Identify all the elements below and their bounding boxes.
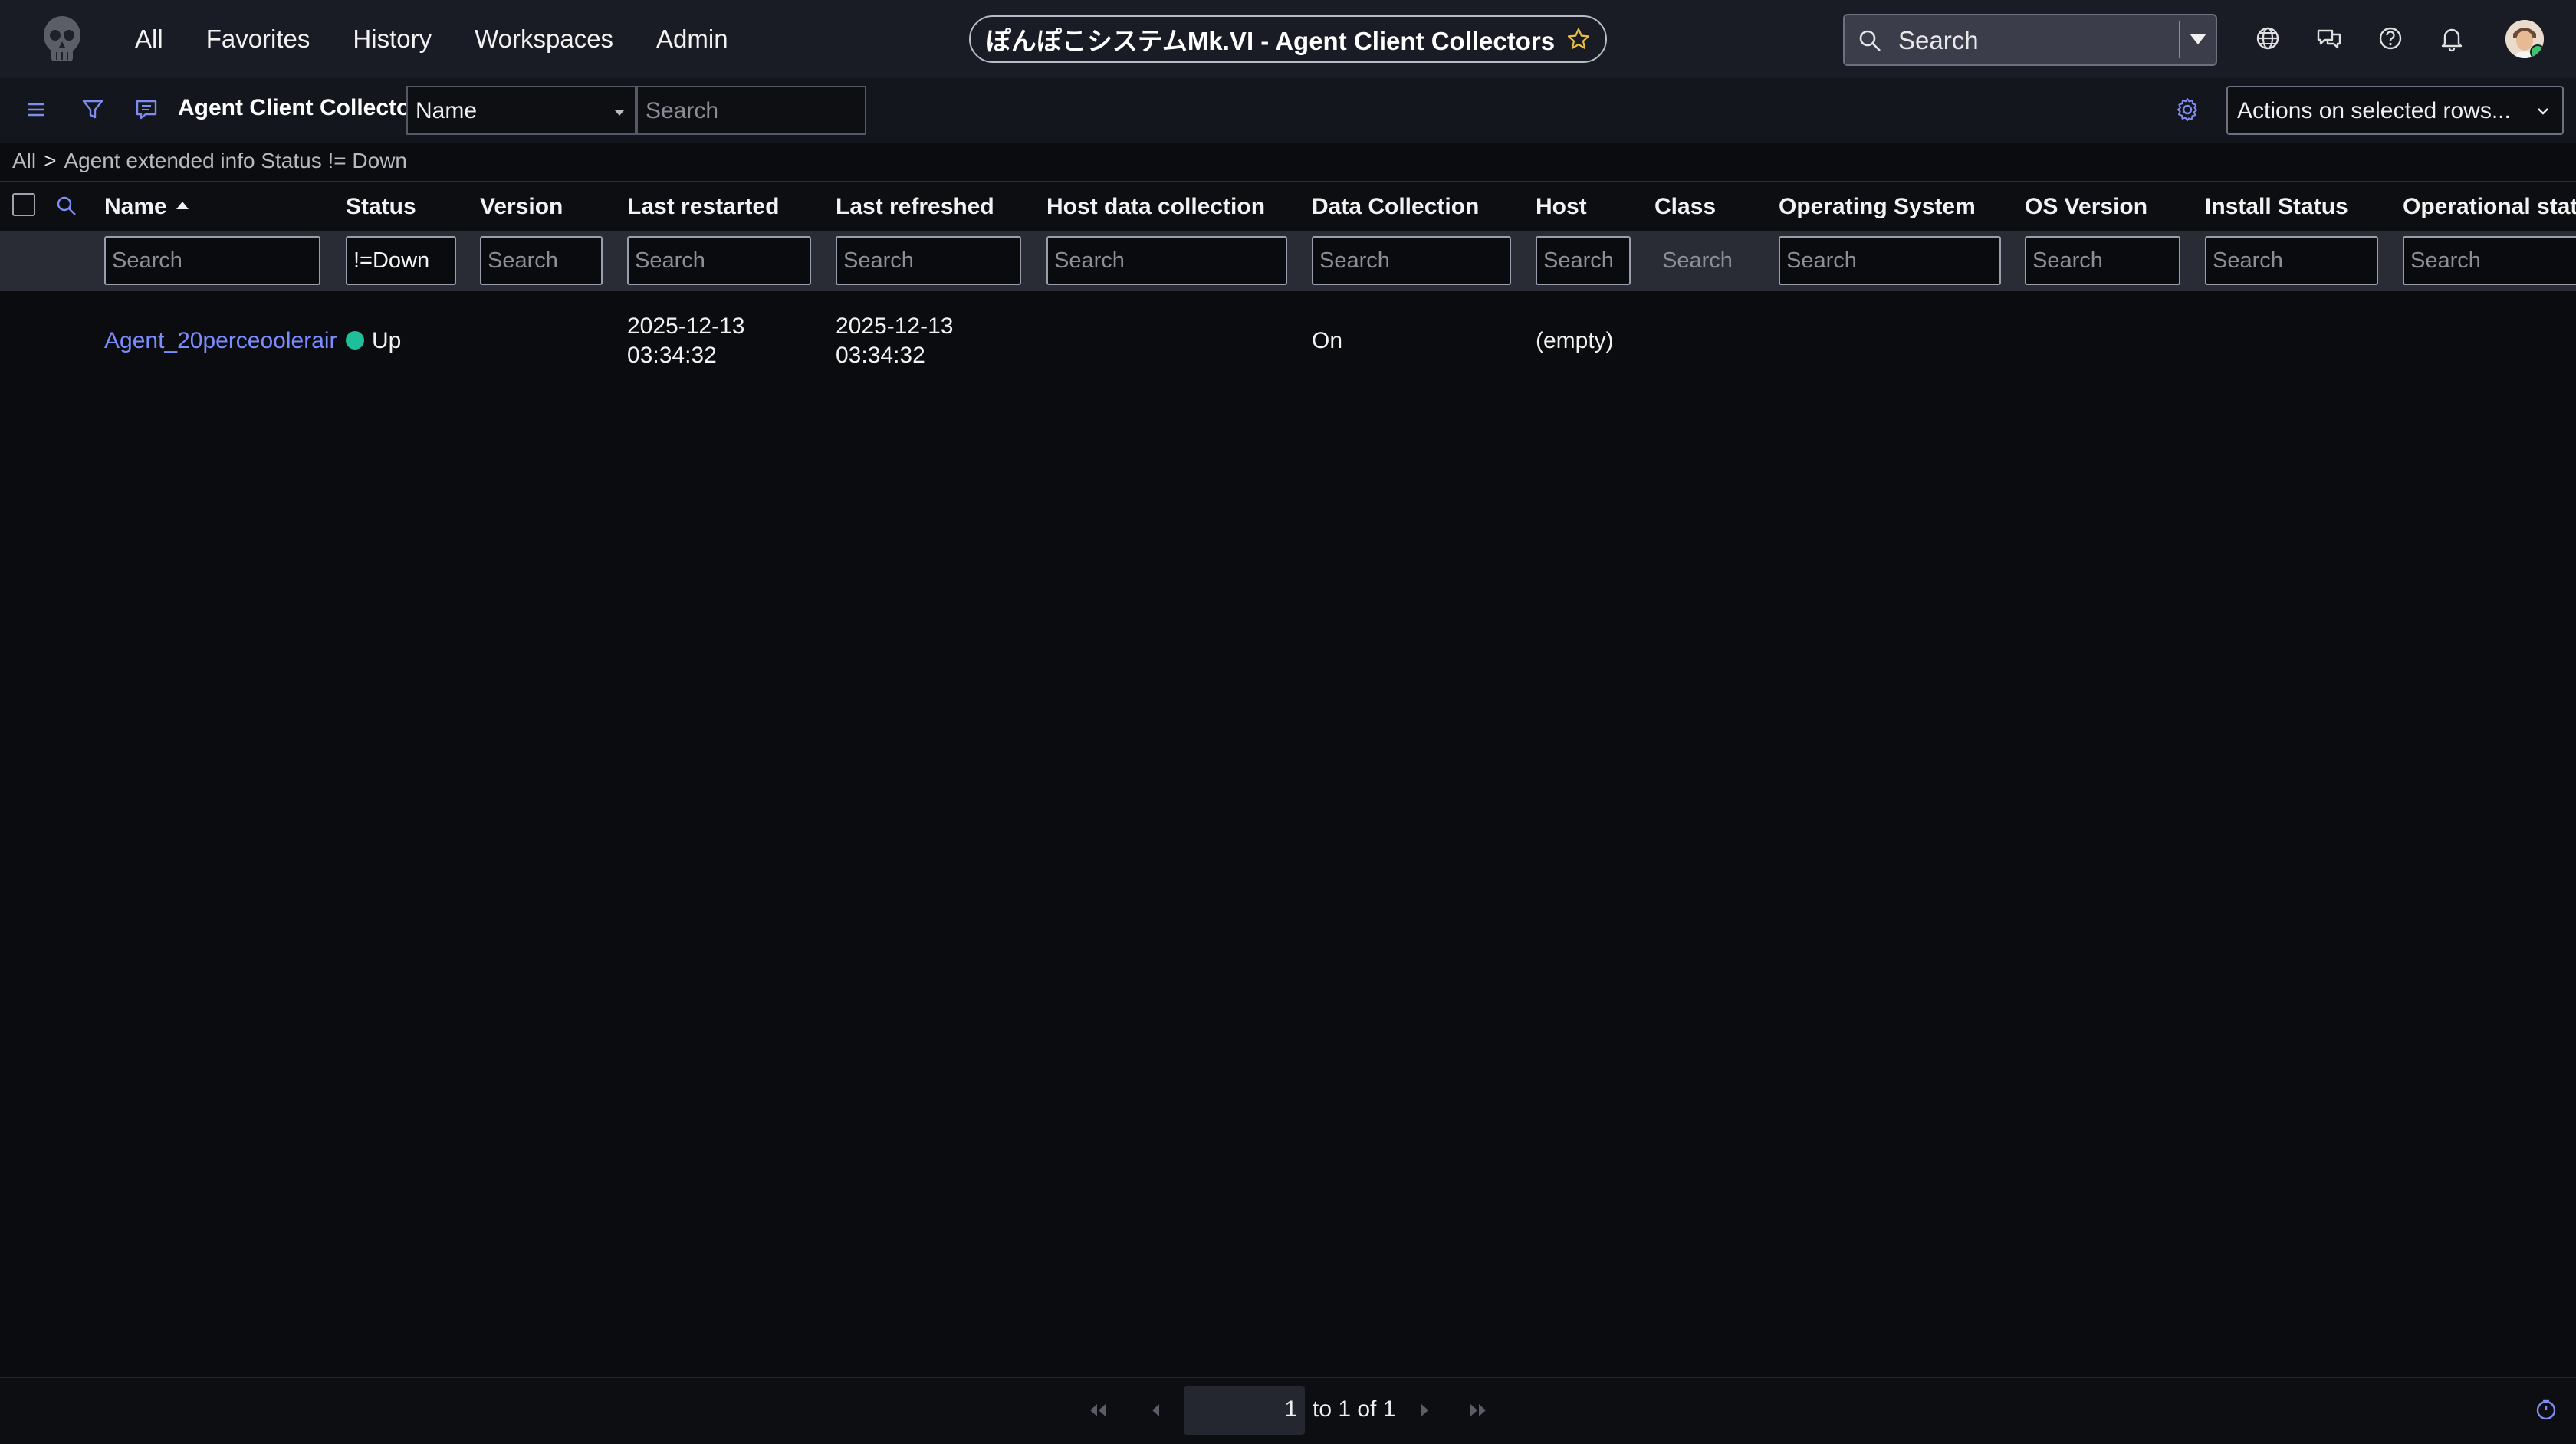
filter-input-install-status[interactable]: Search: [2205, 236, 2378, 285]
list-search-input[interactable]: Search: [636, 86, 866, 135]
breadcrumb: All > Agent extended info Status != Down: [12, 149, 407, 173]
row-status: Up: [346, 327, 401, 356]
filter-input-status[interactable]: !=Down: [346, 236, 456, 285]
filter-input-host[interactable]: Search: [1536, 236, 1631, 285]
column-header-class[interactable]: Class: [1654, 194, 1716, 220]
bell-icon[interactable]: [2438, 25, 2466, 52]
filter-input-os-version[interactable]: Search: [2025, 236, 2180, 285]
row-host: (empty): [1536, 328, 1614, 353]
status-up-dot: [346, 331, 364, 350]
skull-logo-icon[interactable]: [37, 12, 87, 66]
star-favorite-icon[interactable]: [1567, 28, 1590, 51]
column-header-os-version[interactable]: OS Version: [2025, 194, 2147, 220]
next-page-icon[interactable]: [1414, 1401, 1435, 1419]
actions-on-selected-rows-select[interactable]: Actions on selected rows...: [2226, 86, 2564, 135]
row-status-label: Up: [372, 328, 402, 353]
column-header-name[interactable]: Name: [104, 194, 189, 220]
column-header-status[interactable]: Status: [346, 194, 416, 220]
chevron-down-icon: [2538, 108, 2548, 115]
globe-icon[interactable]: [2254, 25, 2282, 52]
filter-input-last-restarted[interactable]: Search: [627, 236, 811, 285]
clock-icon[interactable]: [2535, 1398, 2558, 1421]
filter-icon[interactable]: [80, 97, 106, 123]
filter-input-host-data-collection[interactable]: Search: [1046, 236, 1287, 285]
comment-icon[interactable]: [133, 97, 159, 123]
user-avatar[interactable]: [2505, 20, 2544, 58]
page-title-pill[interactable]: ぽんぽこシステムMk.VI - Agent Client Collectors: [969, 15, 1607, 63]
filter-input-operational-status[interactable]: Search: [2403, 236, 2576, 285]
caret-down-icon: [615, 110, 624, 116]
top-navigation-bar: All Favorites History Workspaces Admin ぽ…: [0, 0, 2576, 78]
sort-ascending-icon: [176, 202, 189, 210]
filter-input-name[interactable]: Search: [104, 236, 320, 285]
filter-input-last-refreshed[interactable]: Search: [836, 236, 1021, 285]
row-last-restarted-time: 03:34:32: [627, 343, 717, 368]
page-number-input[interactable]: 1: [1184, 1386, 1305, 1435]
main-menu: All Favorites History Workspaces Admin: [135, 0, 771, 78]
row-last-restarted-date: 2025-12-13: [627, 313, 745, 339]
column-header-operational-status[interactable]: Operational status: [2403, 194, 2576, 220]
table-header: Name Status Version Last restarted Last …: [0, 181, 2576, 232]
column-header-host[interactable]: Host: [1536, 194, 1587, 220]
current-page-value: 1: [1284, 1396, 1297, 1422]
chat-icon[interactable]: [2315, 25, 2343, 52]
column-header-last-restarted[interactable]: Last restarted: [627, 194, 779, 220]
menu-workspaces[interactable]: Workspaces: [475, 25, 613, 54]
page-count-label: to 1 of 1: [1313, 1396, 1396, 1422]
global-search-input[interactable]: Search: [1898, 26, 1979, 55]
search-icon: [1859, 30, 1881, 51]
global-search[interactable]: Search: [1843, 14, 2217, 66]
column-header-last-refreshed[interactable]: Last refreshed: [836, 194, 994, 220]
filter-input-class: Search: [1654, 236, 1754, 285]
column-header-install-status[interactable]: Install Status: [2205, 194, 2348, 220]
filter-input-operating-system[interactable]: Search: [1779, 236, 2001, 285]
breadcrumb-filter[interactable]: Agent extended info Status != Down: [64, 149, 407, 172]
row-data-collection: On: [1312, 328, 1343, 353]
search-field-select[interactable]: Name: [406, 86, 636, 135]
first-page-icon[interactable]: [1087, 1401, 1109, 1419]
help-icon[interactable]: [2377, 25, 2404, 52]
online-status-dot: [2530, 44, 2544, 58]
list-search-placeholder: Search: [646, 98, 719, 123]
column-label: Name: [104, 194, 167, 219]
row-last-refreshed-date: 2025-12-13: [836, 313, 954, 339]
previous-page-icon[interactable]: [1145, 1401, 1167, 1419]
column-header-version[interactable]: Version: [480, 194, 563, 220]
menu-favorites[interactable]: Favorites: [206, 25, 310, 54]
list-title: Agent Client Collectors: [178, 95, 432, 120]
search-icon[interactable]: [55, 195, 78, 218]
last-page-icon[interactable]: [1467, 1401, 1489, 1419]
menu-all[interactable]: All: [135, 25, 163, 54]
search-divider: [2179, 21, 2180, 58]
hamburger-menu-icon[interactable]: [23, 97, 49, 123]
gear-icon[interactable]: [2174, 97, 2200, 123]
filter-input-version[interactable]: Search: [480, 236, 603, 285]
column-header-operating-system[interactable]: Operating System: [1779, 194, 1976, 220]
filter-input-data-collection[interactable]: Search: [1312, 236, 1511, 285]
menu-history[interactable]: History: [353, 25, 432, 54]
search-field-value: Name: [416, 98, 478, 123]
menu-admin[interactable]: Admin: [656, 25, 728, 54]
chevron-down-icon[interactable]: [2190, 34, 2206, 44]
row-last-refreshed-time: 03:34:32: [836, 343, 925, 368]
column-header-data-collection[interactable]: Data Collection: [1312, 194, 1479, 220]
row-name-link[interactable]: Agent_20perceoolerair: [104, 327, 337, 356]
actions-label: Actions on selected rows...: [2237, 98, 2511, 123]
select-all-checkbox[interactable]: [12, 193, 35, 216]
breadcrumb-separator: >: [44, 149, 57, 172]
column-header-host-data-collection[interactable]: Host data collection: [1046, 194, 1265, 220]
breadcrumb-root[interactable]: All: [12, 149, 36, 172]
page-title: ぽんぽこシステムMk.VI - Agent Client Collectors: [985, 27, 1556, 55]
